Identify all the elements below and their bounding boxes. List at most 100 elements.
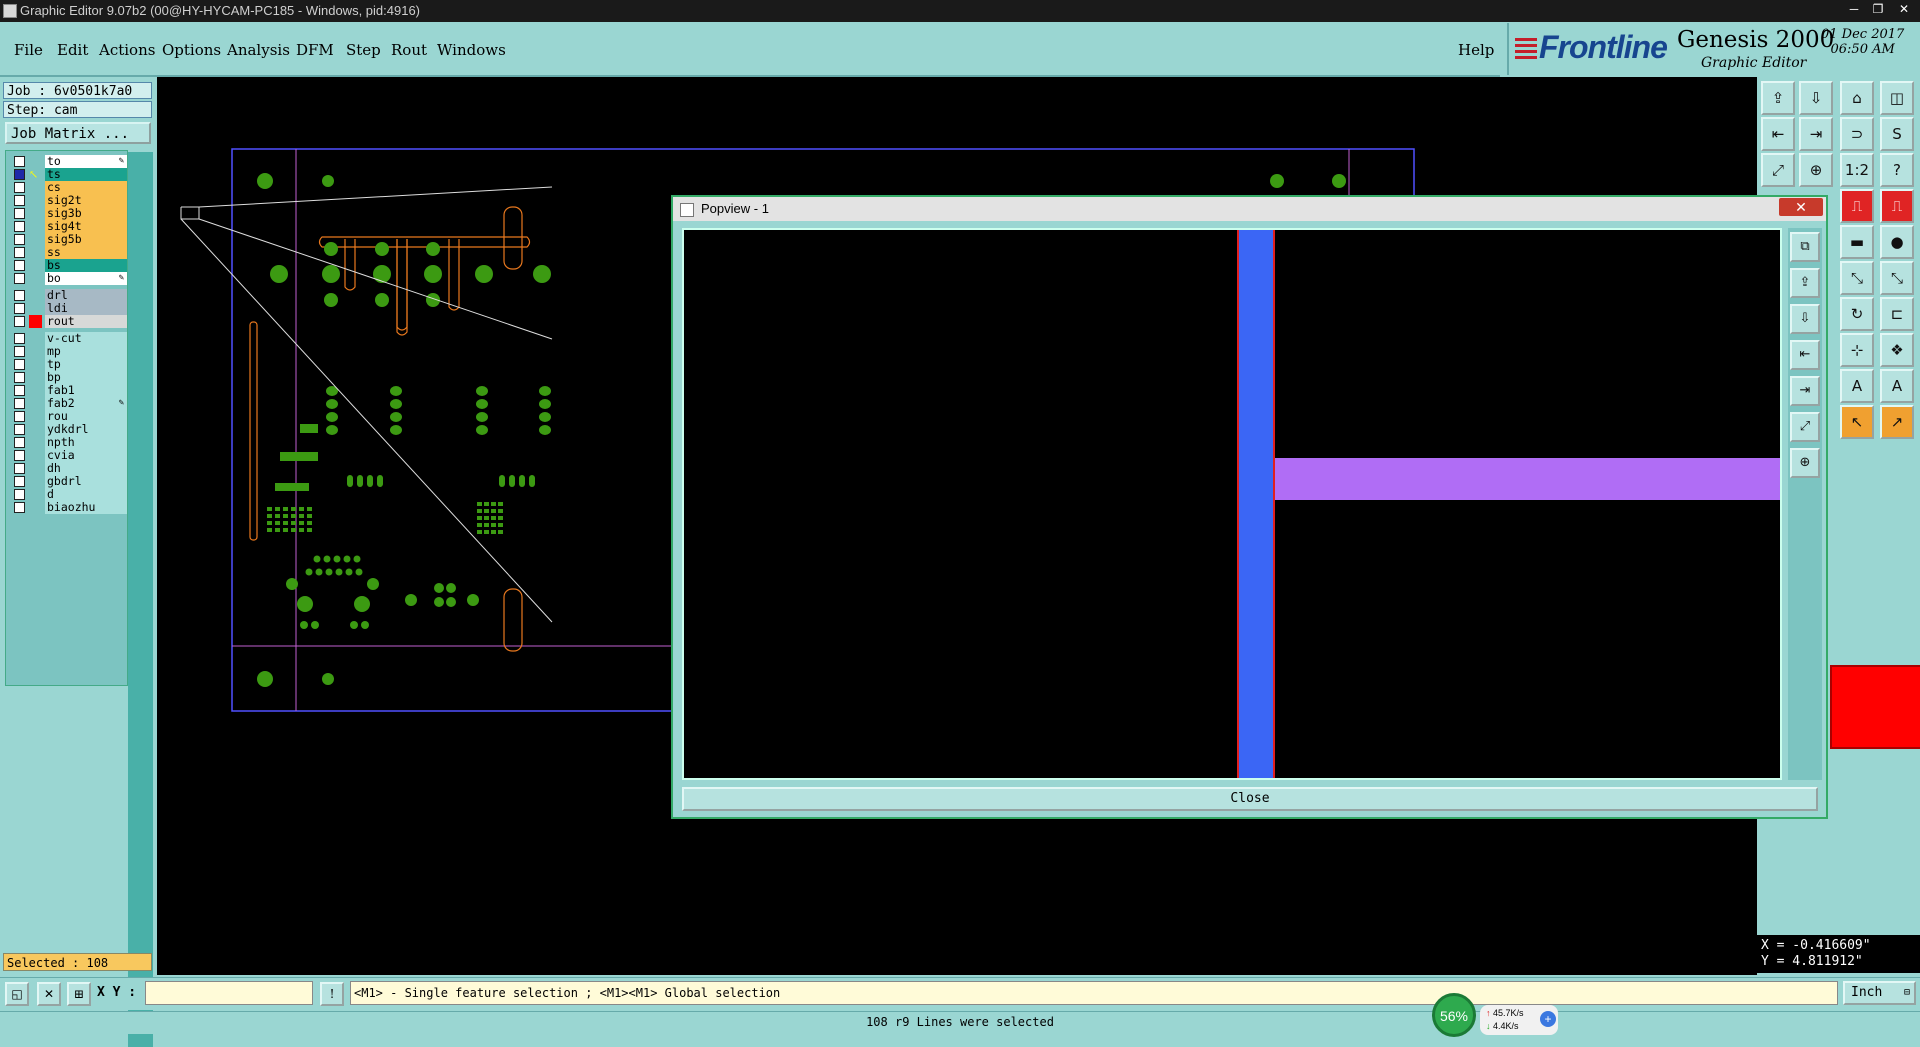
menu-step[interactable]: Step [346, 41, 381, 59]
layer-display-icon[interactable]: ⎍ [1840, 189, 1874, 223]
layer-row-ts[interactable]: ↖ ts [9, 168, 129, 181]
layer-checkbox[interactable] [14, 195, 25, 206]
popview-up-icon[interactable]: ⇪ [1790, 268, 1820, 298]
menu-edit[interactable]: Edit [57, 41, 88, 59]
menu-windows[interactable]: Windows [437, 41, 506, 59]
select-multi-icon[interactable]: ↗ [1880, 405, 1914, 439]
fit-icon[interactable]: ⤢ [1761, 153, 1795, 187]
layer-checkbox[interactable] [14, 463, 25, 474]
menu-help[interactable]: Help [1458, 41, 1494, 59]
grid-icon[interactable]: ⊞ [67, 982, 91, 1006]
units-select[interactable]: Inch ⊟ [1843, 981, 1916, 1005]
layer-name[interactable]: biaozhu [45, 501, 127, 514]
popview-down-icon[interactable]: ⇩ [1790, 304, 1820, 334]
layer-checkbox[interactable] [14, 156, 25, 167]
connect-icon[interactable]: ⤡ [1840, 261, 1874, 295]
layer-checkbox[interactable] [14, 290, 25, 301]
measure-icon[interactable]: ✕ [37, 982, 61, 1006]
layer-checkbox[interactable] [14, 372, 25, 383]
shapes-icon[interactable]: ❖ [1880, 333, 1914, 367]
popview-close-button[interactable]: Close [682, 787, 1818, 811]
layer-row-cvia[interactable]: cvia [9, 449, 129, 462]
pad-icon[interactable]: ● [1880, 225, 1914, 259]
popview-center-icon[interactable]: ⊕ [1790, 448, 1820, 478]
help-icon[interactable]: ? [1880, 153, 1914, 187]
layer-checkbox[interactable] [14, 234, 25, 245]
info-icon[interactable]: ! [320, 982, 344, 1006]
layer-checkbox[interactable] [14, 502, 25, 513]
layer-checkbox[interactable] [14, 247, 25, 258]
pan-up-icon[interactable]: ⇪ [1761, 81, 1795, 115]
mirror-icon[interactable]: ⊏ [1880, 297, 1914, 331]
scale-icon[interactable]: 1:2 [1840, 153, 1874, 187]
pan-down-icon[interactable]: ⇩ [1799, 81, 1833, 115]
menu-rout[interactable]: Rout [391, 41, 427, 59]
line-width-icon[interactable]: ▬ [1840, 225, 1874, 259]
layer-row-rout[interactable]: rout [9, 315, 129, 328]
split-view-icon[interactable]: ◫ [1880, 81, 1914, 115]
layer-checkbox[interactable] [14, 316, 25, 327]
popview-right-icon[interactable]: ⇥ [1790, 376, 1820, 406]
text-red-icon[interactable]: A [1880, 369, 1914, 403]
layer-checkbox[interactable] [14, 260, 25, 271]
rotate-icon[interactable]: ↻ [1840, 297, 1874, 331]
layer-row-fab2[interactable]: fab2 ✎ [9, 397, 129, 410]
select-icon[interactable]: ↖ [1840, 405, 1874, 439]
snap-icon[interactable]: S [1880, 117, 1914, 151]
popview-left-icon[interactable]: ⇤ [1790, 340, 1820, 370]
layer-row-tp[interactable]: tp [9, 358, 129, 371]
popview-canvas[interactable] [682, 228, 1782, 780]
layer-row-mp[interactable]: mp [9, 345, 129, 358]
connect-red-icon[interactable]: ⤡ [1880, 261, 1914, 295]
layer-checkbox[interactable] [14, 411, 25, 422]
popview-close-x-button[interactable]: ✕ [1779, 198, 1823, 216]
maximize-button[interactable]: ❐ [1867, 2, 1889, 18]
layer-checkbox[interactable] [14, 333, 25, 344]
layer-name[interactable]: gbdrl [45, 475, 127, 488]
window-title-bar[interactable]: Graphic Editor 9.07b2 (00@HY-HYCAM-PC185… [0, 0, 1920, 22]
layer-row-biaozhu[interactable]: biaozhu [9, 501, 129, 514]
network-monitor-widget[interactable]: ↑ 45.7K/s ↓ 4.4K/s 56% + [1432, 993, 1558, 1037]
layer-row-bo[interactable]: bo ✎ [9, 272, 129, 285]
layer-checkbox[interactable] [14, 346, 25, 357]
layer-name[interactable]: bo ✎ [45, 272, 127, 285]
layer-name[interactable]: rout [45, 315, 127, 328]
layer-checkbox[interactable] [14, 424, 25, 435]
layer-checkbox[interactable] [14, 437, 25, 448]
layer-checkbox[interactable] [14, 221, 25, 232]
text-icon[interactable]: A [1840, 369, 1874, 403]
layer-checkbox[interactable] [14, 273, 25, 284]
zoom-area-icon[interactable]: ◱ [5, 982, 29, 1006]
layer-row-to[interactable]: to ✎ [9, 155, 129, 168]
layer-row-gbdrl[interactable]: gbdrl [9, 475, 129, 488]
layer-checkbox[interactable] [14, 476, 25, 487]
close-window-button[interactable]: ✕ [1893, 2, 1915, 18]
job-matrix-button[interactable]: Job Matrix ... [5, 122, 151, 144]
layer-row-bs[interactable]: bs [9, 259, 129, 272]
layer-row-ss[interactable]: ss [9, 246, 129, 259]
popview-title-bar[interactable]: Popview - 1 ✕ [673, 197, 1826, 221]
layer-panel-scrollbar[interactable] [128, 152, 153, 1047]
xy-input[interactable] [145, 981, 313, 1005]
pan-right-icon[interactable]: ⇥ [1799, 117, 1833, 151]
layer-checkbox[interactable] [14, 182, 25, 193]
layer-checkbox[interactable] [14, 303, 25, 314]
plus-icon[interactable]: + [1540, 1011, 1556, 1027]
pan-left-icon[interactable]: ⇤ [1761, 117, 1795, 151]
popview-split-icon[interactable]: ⧉ [1790, 232, 1820, 262]
menu-analysis[interactable]: Analysis [227, 41, 290, 59]
layer-checkbox[interactable] [14, 169, 25, 180]
menu-file[interactable]: File [14, 41, 43, 59]
layer-checkbox[interactable] [14, 385, 25, 396]
layer-row-drl[interactable]: drl [9, 289, 129, 302]
menu-actions[interactable]: Actions [99, 41, 155, 59]
popview-fit-icon[interactable]: ⤢ [1790, 412, 1820, 442]
popview-dialog[interactable]: Popview - 1 ✕ ⧉ ⇪ ⇩ ⇤ ⇥ ⤢ ⊕ Close [671, 195, 1828, 819]
layer-checkbox[interactable] [14, 450, 25, 461]
layer-row-sig5b[interactable]: sig5b [9, 233, 129, 246]
layer-display2-icon[interactable]: ⎍ [1880, 189, 1914, 223]
layer-checkbox[interactable] [14, 359, 25, 370]
menu-dfm[interactable]: DFM [296, 41, 334, 59]
transform-icon[interactable]: ⊹ [1840, 333, 1874, 367]
zoom-center-icon[interactable]: ⊕ [1799, 153, 1833, 187]
